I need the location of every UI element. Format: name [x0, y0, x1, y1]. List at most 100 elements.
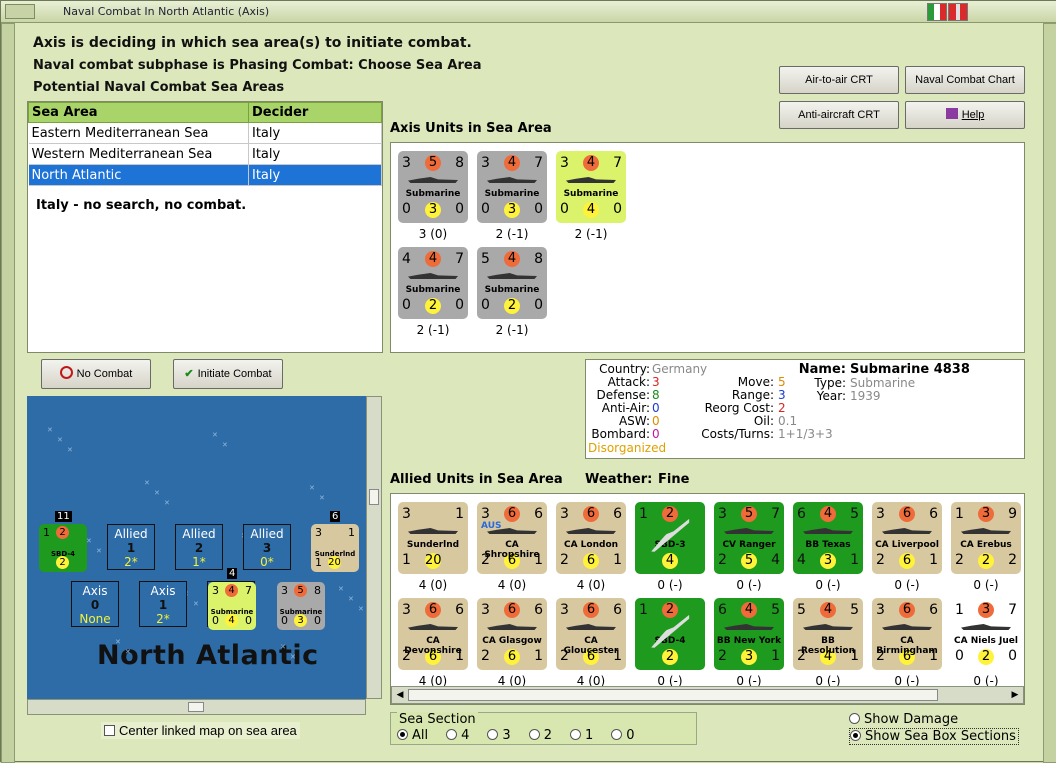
map-horizontal-scrollbar[interactable] — [27, 699, 366, 715]
map-unit-counter[interactable]: 3 8 0 0 5 3 Submarine — [277, 582, 325, 630]
map-scroll-thumb[interactable] — [369, 489, 379, 505]
unit-counter[interactable]: 3 7 0 0 4 3 Submarine — [477, 151, 547, 223]
map-unit-counter[interactable]: 3 7 0 0 4 4 Submarine — [208, 582, 256, 630]
allied-sea-box[interactable]: Allied 2 1* — [175, 524, 223, 570]
sea-section-label: 1 — [584, 728, 594, 743]
unit-counter[interactable]: 4 7 0 0 4 2 Submarine — [398, 247, 468, 319]
sea-section-radio[interactable] — [487, 729, 499, 740]
ship-silhouette-icon — [724, 624, 774, 630]
unit-counter[interactable]: 6 5 2 1 4 3 BB New York — [714, 598, 784, 670]
counter-name: BB New York — [716, 636, 782, 646]
table-row-selected[interactable]: North Atlantic Italy — [28, 164, 382, 186]
center-map-checkbox[interactable] — [104, 725, 115, 736]
counter-br: 1 — [850, 552, 859, 568]
unit-counter[interactable]: 1 9 2 2 3 2 CA Erebus — [951, 502, 1021, 574]
counter-tl: 5 — [797, 602, 806, 618]
sea-section-option[interactable]: All — [397, 728, 428, 743]
unit-counter[interactable]: 6 5 4 1 4 3 BB Texas — [793, 502, 863, 574]
axis-sea-box[interactable]: Axis 1 2* — [139, 581, 187, 627]
unit-counter[interactable]: 3 8 0 0 5 3 Submarine — [398, 151, 468, 223]
counter-br: 1 — [613, 552, 622, 568]
checkmark-icon: ✔ — [184, 368, 194, 380]
sea-section-option[interactable]: 2 — [528, 728, 552, 743]
axis-units-label: Axis Units in Sea Area — [390, 121, 552, 136]
unit-counter[interactable]: 3 6 2 1 6 6 CA Liverpool — [872, 502, 942, 574]
unit-counter[interactable]: 3 7 2 4 5 5 CV Ranger — [714, 502, 784, 574]
scroll-right-arrow[interactable]: ▶ — [1009, 689, 1021, 701]
counter-br: 1 — [929, 552, 938, 568]
counter-bl: 2 — [876, 552, 885, 568]
unit-counter[interactable]: 1 2 4 SBD-3 — [635, 502, 705, 574]
sea-section-radio[interactable] — [446, 729, 458, 740]
show-damage-radio[interactable] — [849, 713, 860, 724]
box-label: Allied — [114, 527, 148, 541]
counter-br: 4 — [771, 552, 780, 568]
counter-tl: 4 — [402, 251, 411, 267]
allied-sea-box[interactable]: Allied 3 0* — [243, 524, 291, 570]
counter-tl: 6 — [797, 506, 806, 522]
system-menu-button[interactable] — [5, 4, 35, 19]
show-boxes-option[interactable]: Show Sea Box Sections — [849, 728, 1019, 745]
map-vertical-scrollbar[interactable] — [366, 396, 382, 699]
counter-tl: 3 — [315, 526, 322, 539]
show-damage-option[interactable]: Show Damage — [849, 712, 958, 727]
axis-sea-box[interactable]: Axis 0 None — [71, 581, 119, 627]
scroll-thumb[interactable] — [408, 689, 938, 701]
box-sub: 2* — [124, 555, 138, 569]
show-boxes-radio[interactable] — [850, 730, 861, 741]
col-decider[interactable]: Decider — [248, 102, 382, 123]
sea-wave-icon: ✕ — [290, 653, 296, 661]
col-sea-area[interactable]: Sea Area — [28, 102, 249, 123]
table-row[interactable]: Eastern Mediterranean Sea Italy — [28, 122, 382, 144]
unit-strength-label: 4 (0) — [497, 578, 527, 592]
unit-counter[interactable]: 3 6 2 1 6 6 CA Glasgow — [477, 598, 547, 670]
map-unit-counter[interactable]: 1 2 2 SBD-4 — [39, 524, 87, 572]
allied-sea-box[interactable]: Allied 1 2* — [107, 524, 155, 570]
scroll-left-arrow[interactable]: ◀ — [394, 689, 406, 701]
unit-counter[interactable]: 5 5 2 1 4 4 BB Resolution — [793, 598, 863, 670]
counter-tr: 5 — [850, 506, 859, 522]
counter-br: 0 — [455, 201, 464, 217]
sea-area-map[interactable]: North Atlantic ✕✕✕✕✕✕✕✕✕✕✕✕✕✕✕✕✕✕✕✕✕✕✕✕A… — [27, 396, 366, 699]
unit-counter[interactable]: 3 6 2 1 6 6 CA Shropshire AUS — [477, 502, 547, 574]
unit-counter[interactable]: 1 2 2 SBD-4 — [635, 598, 705, 670]
unit-counter[interactable]: 3 6 2 1 6 6 CA Gloucester — [556, 598, 626, 670]
help-button[interactable]: Help — [905, 101, 1025, 129]
counter-att: 4 — [583, 155, 599, 171]
unit-counter[interactable]: 5 8 0 0 4 2 Submarine — [477, 247, 547, 319]
naval-combat-chart-button[interactable]: Naval Combat Chart — [905, 66, 1025, 94]
table-row[interactable]: Western Mediterranean Sea Italy — [28, 143, 382, 165]
sea-section-radio[interactable] — [528, 729, 540, 740]
unit-counter[interactable]: 3 7 0 0 4 4 Submarine — [556, 151, 626, 223]
sea-section-option[interactable]: 1 — [569, 728, 594, 743]
counter-def: 2 — [662, 649, 678, 665]
initiate-combat-button[interactable]: ✔ Initiate Combat — [173, 359, 283, 389]
counter-def: 20 — [425, 553, 442, 569]
no-combat-button[interactable]: No Combat — [41, 359, 151, 389]
sea-section-option[interactable]: 4 — [446, 728, 469, 743]
counter-tr: 7 — [1008, 602, 1017, 618]
ship-silhouette-icon — [408, 624, 458, 630]
sea-section-option[interactable]: 0 — [611, 728, 635, 743]
unit-counter[interactable]: 3 6 2 1 6 6 CA Birmingham — [872, 598, 942, 670]
unit-counter[interactable]: 3 1 1 20 Sunderlnd — [398, 502, 468, 574]
counter-bl: 2 — [955, 552, 964, 568]
counter-att: 4 — [820, 602, 836, 618]
unit-counter[interactable]: 3 6 2 1 6 6 CA London — [556, 502, 626, 574]
counter-bl: 0 — [481, 297, 490, 313]
air-to-air-crt-button[interactable]: Air-to-air CRT — [779, 66, 899, 94]
sea-section-radio[interactable] — [397, 729, 408, 740]
sea-section-radio[interactable] — [611, 729, 623, 740]
sea-section-radio[interactable] — [569, 729, 581, 740]
counter-bl: 0 — [560, 201, 569, 217]
allied-units-scrollbar[interactable]: ◀ ▶ — [391, 686, 1024, 704]
unit-counter[interactable]: 3 6 2 1 6 6 CA Devonshire — [398, 598, 468, 670]
center-map-checkbox-row[interactable]: Center linked map on sea area — [101, 722, 300, 739]
counter-def: 6 — [504, 649, 520, 665]
anti-aircraft-crt-button[interactable]: Anti-aircraft CRT — [779, 101, 899, 129]
sea-section-option[interactable]: 3 — [487, 728, 511, 743]
counter-tr: 6 — [534, 506, 543, 522]
map-unit-counter[interactable]: 3 1 1 20 Sunderlnd — [311, 524, 359, 572]
unit-counter[interactable]: 1 7 0 0 3 2 CA Niels Juel — [951, 598, 1021, 670]
map-hscroll-thumb[interactable] — [188, 702, 204, 712]
